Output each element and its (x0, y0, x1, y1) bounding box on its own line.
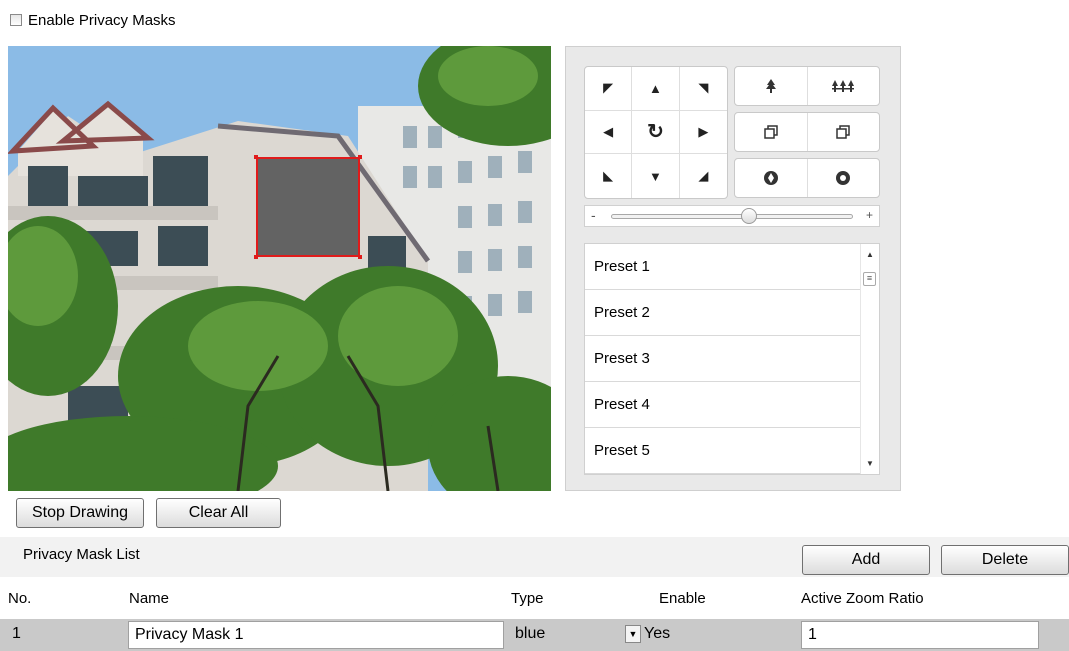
iris-controls (734, 158, 880, 198)
mask-handle-bottom-left[interactable] (254, 255, 258, 259)
preset-item[interactable]: Preset 4 (585, 382, 860, 428)
arrow-up-right-icon[interactable]: ◥ (679, 67, 727, 111)
column-active-zoom-ratio: Active Zoom Ratio (801, 590, 924, 607)
direction-pad: ◤ ▲ ◥ ◀ ↻ ▶ ◣ ▼ ◢ (584, 66, 728, 199)
type-dropdown-arrow-icon[interactable]: ▼ (625, 625, 641, 643)
speed-plus-icon[interactable]: + (866, 208, 873, 222)
arrow-down-left-icon[interactable]: ◣ (585, 154, 633, 198)
zoom-out-trees-icon[interactable] (808, 67, 880, 105)
privacy-mask-list-title: Privacy Mask List (23, 546, 140, 563)
speed-minus-icon[interactable]: - (591, 207, 596, 223)
arrow-up-icon[interactable]: ▲ (632, 67, 680, 111)
enable-privacy-masks-row[interactable]: Enable Privacy Masks (10, 10, 176, 30)
mask-handle-bottom-right[interactable] (358, 255, 362, 259)
stop-drawing-button[interactable]: Stop Drawing (16, 498, 144, 528)
privacy-mask-list-bar: Privacy Mask List Add Delete (0, 537, 1069, 577)
enable-privacy-masks-checkbox[interactable] (10, 14, 22, 26)
clear-all-button[interactable]: Clear All (156, 498, 281, 528)
focus-controls (734, 112, 880, 152)
active-zoom-ratio-input[interactable] (801, 621, 1039, 649)
arrow-right-icon[interactable]: ▶ (679, 111, 727, 155)
delete-button[interactable]: Delete (941, 545, 1069, 575)
arrow-up-left-icon[interactable]: ◤ (585, 67, 633, 111)
ptz-speed-slider[interactable]: - + (584, 205, 880, 227)
arrow-down-icon[interactable]: ▼ (632, 154, 680, 198)
mask-handle-top-right[interactable] (358, 155, 362, 159)
mask-table-header: No. Name Type Enable Active Zoom Ratio (0, 584, 1069, 614)
add-button[interactable]: Add (802, 545, 930, 575)
iris-open-icon[interactable] (735, 159, 808, 197)
arrow-left-icon[interactable]: ◀ (585, 110, 633, 155)
ptz-control-panel: ◤ ▲ ◥ ◀ ↻ ▶ ◣ ▼ ◢ - + Preset 1 Preset 2 … (565, 46, 901, 491)
auto-rotate-icon[interactable]: ↻ (632, 110, 680, 155)
focus-near-icon[interactable] (735, 113, 808, 151)
speed-slider-thumb[interactable] (741, 208, 757, 224)
preset-item[interactable]: Preset 2 (585, 290, 860, 336)
row-number: 1 (12, 625, 21, 642)
enable-privacy-masks-label: Enable Privacy Masks (28, 11, 176, 29)
mask-handle-top-left[interactable] (254, 155, 258, 159)
mask-type-value[interactable]: blue (515, 625, 545, 643)
video-preview[interactable] (8, 46, 551, 491)
column-name: Name (129, 590, 170, 607)
mask-name-input[interactable] (128, 621, 504, 649)
speed-slider-track[interactable] (611, 214, 853, 219)
preset-item[interactable]: Preset 3 (585, 336, 860, 382)
zoom-controls (734, 66, 880, 106)
privacy-mask-region[interactable] (256, 157, 360, 257)
preset-scrollbar[interactable]: ▲ ≡ ▼ (860, 244, 879, 474)
table-row[interactable]: 1 blue ▼ Yes (0, 619, 1069, 651)
preset-list: Preset 1 Preset 2 Preset 3 Preset 4 Pres… (584, 243, 880, 475)
iris-close-icon[interactable] (808, 159, 880, 197)
preset-item[interactable]: Preset 1 (585, 244, 860, 290)
column-enable: Enable (659, 590, 706, 607)
scroll-up-icon[interactable]: ▲ (866, 250, 874, 259)
scroll-down-icon[interactable]: ▼ (866, 459, 874, 468)
scroll-grip-icon[interactable]: ≡ (863, 272, 876, 286)
arrow-down-right-icon[interactable]: ◢ (680, 154, 727, 198)
preset-item[interactable]: Preset 5 (585, 428, 860, 474)
camera-scene-image (8, 46, 551, 491)
column-no: No. (8, 590, 32, 607)
mask-enable-value[interactable]: Yes (644, 625, 670, 643)
focus-far-icon[interactable] (808, 113, 880, 151)
zoom-in-tree-icon[interactable] (735, 67, 808, 105)
column-type: Type (511, 590, 544, 607)
